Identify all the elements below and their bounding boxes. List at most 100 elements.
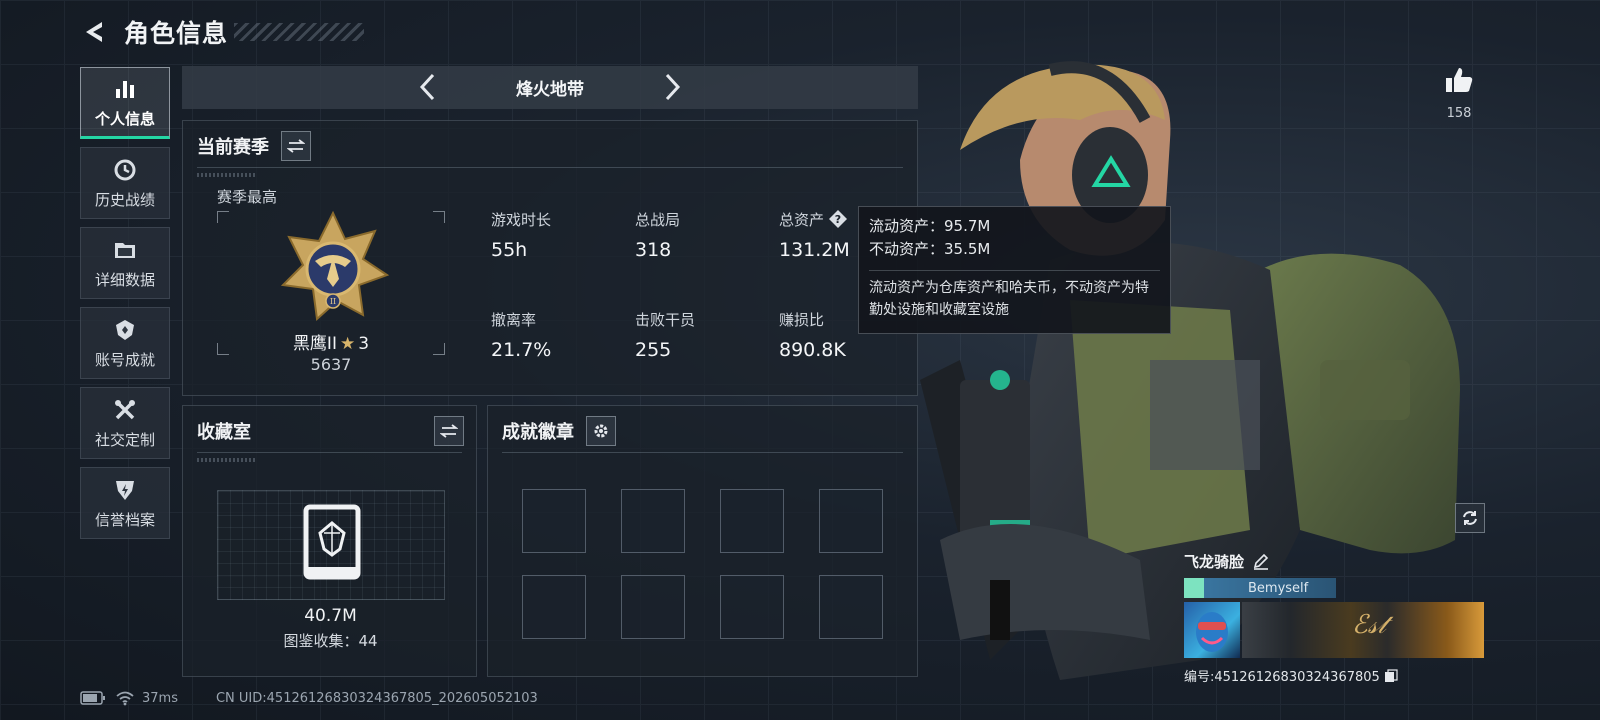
like-widget: 158 bbox=[1440, 64, 1478, 121]
stat-label-row: 总资产? bbox=[779, 209, 850, 230]
rank-score: 5637 bbox=[310, 355, 352, 374]
title-emblem-icon bbox=[1184, 578, 1204, 598]
status-footer: 37ms CN UID:451261268303243678​05_202605… bbox=[80, 688, 538, 708]
rank-name: 黑鹰II bbox=[292, 334, 337, 354]
season-best-label: 赛季最高 bbox=[217, 188, 278, 206]
refresh-button[interactable] bbox=[1455, 503, 1485, 533]
badge-slot[interactable] bbox=[819, 489, 883, 553]
edit-pencil-icon[interactable] bbox=[1252, 552, 1270, 570]
thumbs-up-icon[interactable] bbox=[1443, 64, 1475, 96]
star-icon: ★ bbox=[339, 334, 356, 354]
achievement-badges-panel: 成就徽章 bbox=[487, 405, 918, 677]
mode-selector: 烽火地带 bbox=[182, 66, 918, 109]
sidebar-item-label: 信誉档案 bbox=[94, 510, 155, 529]
title-decoration bbox=[234, 23, 365, 41]
stat-profit-loss-ratio: 赚损比 890.8K bbox=[779, 309, 846, 361]
stat-label: 总战局 bbox=[635, 211, 681, 229]
player-uid: 编号:451261268303243678​05 bbox=[1184, 670, 1380, 685]
svg-text:?: ? bbox=[835, 213, 841, 226]
footer-uid: CN UID:451261268303243678​05_20260505210… bbox=[215, 690, 538, 706]
badge-slot[interactable] bbox=[621, 489, 685, 553]
stat-label: 赚损比 bbox=[779, 311, 825, 329]
liquid-assets-line: 流动资产：95.7M bbox=[869, 217, 991, 235]
player-nickname: 飞龙骑脸 bbox=[1184, 552, 1245, 571]
stat-label: 撤离率 bbox=[491, 311, 537, 329]
stat-extraction-rate: 撤离率 21.7% bbox=[491, 309, 551, 361]
sidebar-item-label: 详细数据 bbox=[94, 270, 155, 289]
refresh-icon bbox=[1463, 511, 1477, 525]
switch-collection-button[interactable] bbox=[434, 416, 464, 446]
switch-season-button[interactable] bbox=[281, 131, 311, 161]
help-icon[interactable]: ? bbox=[828, 209, 848, 229]
rank-name-row: 黑鹰II ★ 3 bbox=[217, 329, 445, 354]
profile-banner[interactable]: ℰ𝓈𝓉 bbox=[1242, 602, 1484, 658]
frame-corner bbox=[433, 211, 445, 223]
sidebar-item-personal-info[interactable]: 个人信息 bbox=[80, 67, 170, 139]
tools-icon bbox=[115, 399, 135, 419]
panel-title: 成就徽章 bbox=[502, 422, 574, 443]
folder-icon bbox=[115, 242, 135, 258]
achievement-icon bbox=[116, 319, 134, 340]
frame-corner bbox=[217, 211, 229, 223]
battery-icon bbox=[80, 691, 105, 705]
avatar[interactable] bbox=[1184, 602, 1240, 658]
sidebar-item-history[interactable]: 历史战绩 bbox=[80, 147, 170, 219]
player-profile: 飞龙骑脸 Bemyself ℰ𝓈𝓉 编号:451261268303243678​… bbox=[1184, 548, 1484, 685]
sidebar-item-label: 社交定制 bbox=[94, 430, 155, 449]
svg-text:II: II bbox=[330, 297, 336, 306]
rank-frame: II 黑鹰II ★ 3 5637 bbox=[217, 210, 445, 374]
player-title-tag[interactable]: Bemyself bbox=[1184, 578, 1336, 598]
stat-label: 总资产 bbox=[779, 211, 825, 229]
badge-slot[interactable] bbox=[621, 575, 685, 639]
divider bbox=[197, 167, 903, 168]
badge-slot[interactable] bbox=[720, 489, 784, 553]
swap-icon bbox=[287, 139, 305, 153]
stat-value: 318 bbox=[635, 239, 672, 261]
decorative-microtext bbox=[197, 458, 257, 462]
panel-header: 成就徽章 bbox=[502, 416, 616, 446]
stat-value: 21.7% bbox=[491, 339, 552, 361]
stat-playtime: 游戏时长 55h bbox=[491, 209, 551, 261]
badge-slot[interactable] bbox=[522, 489, 586, 553]
sidebar-item-label: 个人信息 bbox=[94, 109, 155, 128]
current-season-panel: 当前赛季 赛季最高 II 黑鹰II ★ 3 5637 游戏时长 55h 总战局 … bbox=[182, 120, 918, 396]
sidebar-item-reputation[interactable]: 信誉档案 bbox=[80, 467, 170, 539]
sidebar-item-achievements[interactable]: 账号成就 bbox=[80, 307, 170, 379]
shield-icon bbox=[116, 480, 134, 500]
collection-display bbox=[217, 490, 445, 600]
panel-header: 当前赛季 bbox=[197, 131, 311, 161]
collection-count: 图鉴收集：44 bbox=[283, 632, 378, 650]
panel-header: 收藏室 bbox=[197, 416, 464, 446]
sidebar-item-details[interactable]: 详细数据 bbox=[80, 227, 170, 299]
gear-icon bbox=[594, 424, 608, 438]
fixed-assets-line: 不动资产：35.5M bbox=[869, 240, 991, 258]
chevron-left-icon[interactable] bbox=[414, 72, 444, 102]
collection-room-panel[interactable]: 收藏室 40.7M 图鉴收集：44 bbox=[182, 405, 477, 677]
bar-chart-icon bbox=[116, 80, 134, 98]
collection-value: 40.7M bbox=[304, 606, 357, 626]
copy-icon[interactable] bbox=[1384, 668, 1398, 683]
sidebar: 个人信息 历史战绩 详细数据 账号成就 社交定制 信誉档案 bbox=[80, 67, 170, 547]
uid-row: 编号:451261268303243678​05 bbox=[1184, 666, 1484, 685]
back-arrow-icon[interactable] bbox=[80, 18, 108, 46]
divider bbox=[502, 452, 903, 453]
assets-explanation: 流动资产为仓库资产和哈夫币，不动资产为特勤处设施和收藏室设施 bbox=[869, 280, 1149, 318]
display-case-icon bbox=[303, 504, 361, 580]
chevron-right-icon[interactable] bbox=[656, 72, 686, 102]
sidebar-item-social[interactable]: 社交定制 bbox=[80, 387, 170, 459]
stat-value: 255 bbox=[635, 339, 672, 361]
page-title: 角色信息 bbox=[124, 19, 229, 48]
stat-value: 55h bbox=[491, 239, 528, 261]
badge-slot[interactable] bbox=[522, 575, 586, 639]
rank-badge-icon: II bbox=[280, 210, 390, 322]
mode-title: 烽火地带 bbox=[516, 80, 584, 100]
divider bbox=[869, 270, 1160, 271]
stat-total-matches: 总战局 318 bbox=[635, 209, 680, 261]
badge-settings-button[interactable] bbox=[586, 416, 616, 446]
sidebar-item-label: 历史战绩 bbox=[94, 190, 155, 209]
badge-slot[interactable] bbox=[819, 575, 883, 639]
assets-tooltip: 流动资产：95.7M 不动资产：35.5M 流动资产为仓库资产和哈夫币，不动资产… bbox=[858, 206, 1171, 334]
badge-slot[interactable] bbox=[720, 575, 784, 639]
nickname-row: 飞龙骑脸 bbox=[1184, 548, 1484, 574]
banner-signature-art: ℰ𝓈𝓉 bbox=[1352, 610, 1387, 640]
